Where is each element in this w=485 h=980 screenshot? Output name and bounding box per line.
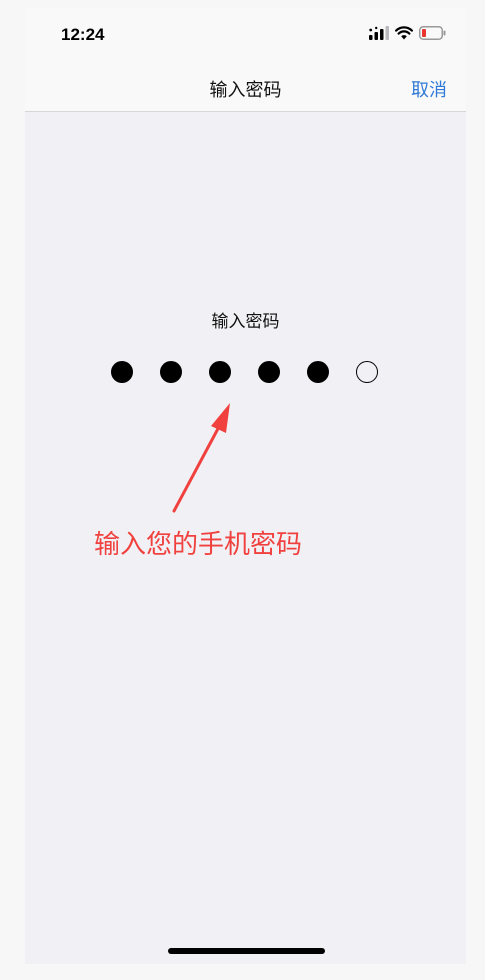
home-indicator[interactable] <box>168 948 325 954</box>
annotation-text: 输入您的手机密码 <box>94 530 303 560</box>
annotation-arrow <box>172 403 230 513</box>
phone-screen: 12:24 输入密码 取消 输入密码 输入您的手机密码 <box>25 8 466 964</box>
